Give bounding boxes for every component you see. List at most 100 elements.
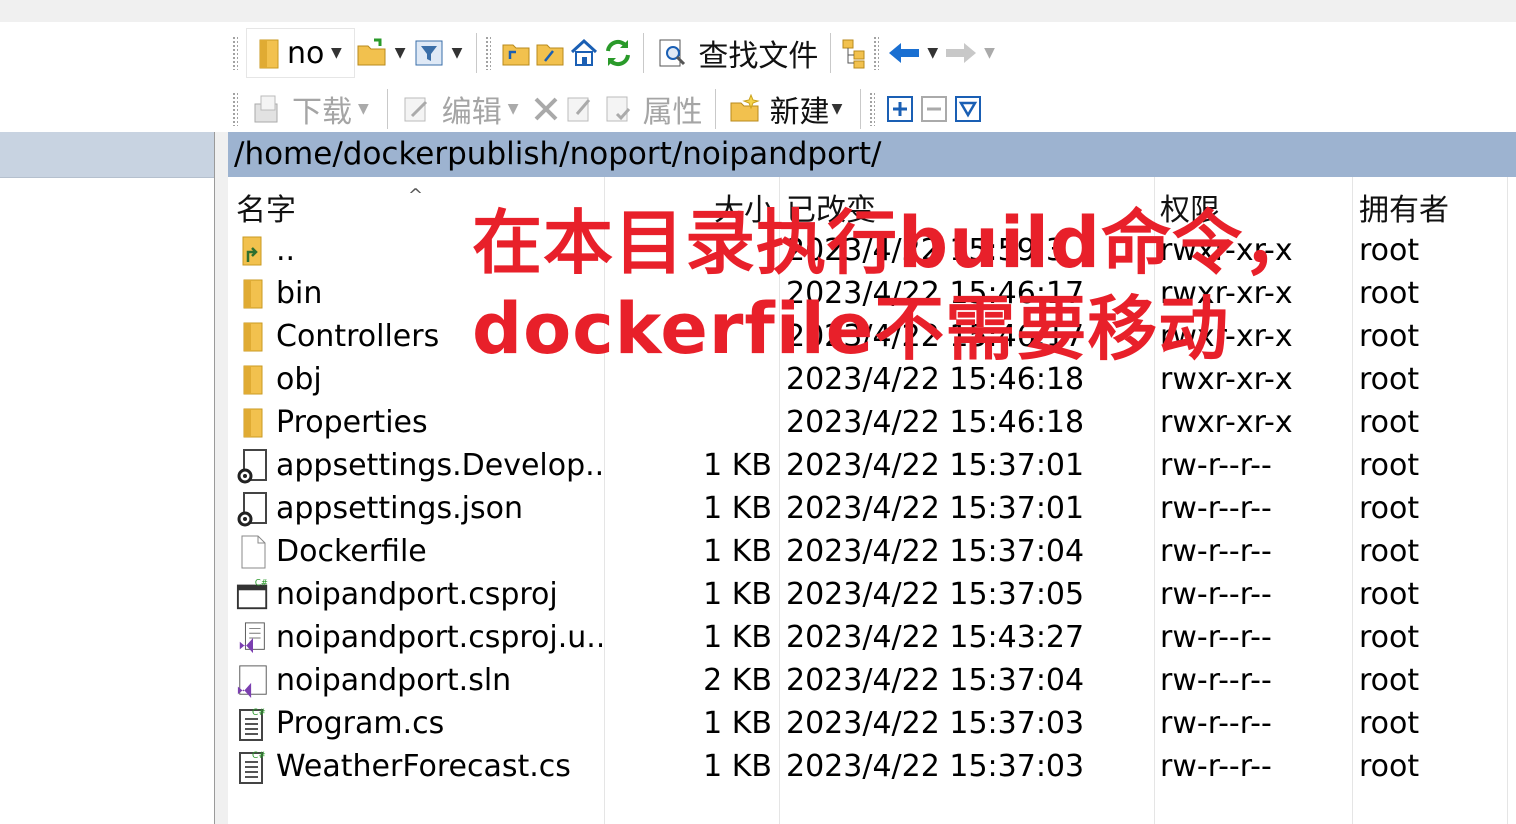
file-row[interactable]: Properties 2023/4/22 15:46:18 rwxr-xr-x roo…: [228, 401, 1516, 444]
file-row[interactable]: noipandport.sln 2 KB 2023/4/22 15:37:04 rw-…: [228, 659, 1516, 702]
forward-arrow-icon[interactable]: [944, 36, 978, 70]
tree-view-icon[interactable]: [839, 36, 873, 70]
file-row[interactable]: C# WeatherForecast.cs 1 KB 2023/4/22 15:37:…: [228, 745, 1516, 788]
local-panel[interactable]: [0, 132, 215, 824]
chevron-down-icon[interactable]: ▼: [508, 101, 519, 117]
file-name: noipandport.csproj: [276, 577, 558, 612]
chevron-down-icon[interactable]: ▼: [358, 101, 369, 117]
column-header-name[interactable]: 名字: [236, 185, 296, 229]
toolbar-grip[interactable]: [485, 36, 492, 70]
file-name: Properties: [276, 405, 428, 440]
file-changed: 2023/4/22 15:46:18: [786, 405, 1085, 440]
toolbar-separator: [643, 33, 645, 73]
file-name: bin: [276, 276, 323, 311]
file-rights: rw-r--r--: [1160, 491, 1272, 526]
file-owner: root: [1359, 620, 1420, 655]
select-minus-icon[interactable]: [917, 92, 951, 126]
find-files-button[interactable]: 查找文件: [652, 31, 822, 75]
chevron-down-icon[interactable]: ▼: [331, 45, 342, 61]
back-arrow-icon[interactable]: [887, 36, 921, 70]
edit-button[interactable]: 编辑 ▼: [396, 87, 529, 131]
chevron-down-icon[interactable]: ▼: [984, 45, 995, 61]
toolbar-grip[interactable]: [869, 92, 876, 126]
file-row[interactable]: noipandport.csproj.u... 1 KB 2023/4/22 15:…: [228, 616, 1516, 659]
new-label: 新建: [769, 95, 830, 130]
chevron-down-icon[interactable]: ▼: [395, 45, 406, 61]
file-name-cell: noipandport.csproj.u...: [236, 616, 602, 659]
file-name: ..: [276, 233, 296, 268]
toolbar-grip[interactable]: [232, 92, 238, 126]
annotation-line-2: dockerfile不需要移动: [472, 288, 1230, 370]
file-name-cell: C# noipandport.csproj: [236, 573, 602, 616]
folder-icon: [236, 362, 270, 398]
file-row[interactable]: Dockerfile 1 KB 2023/4/22 15:37:04 rw-r--r-…: [228, 530, 1516, 573]
file-row[interactable]: appsettings.Develop... 1 KB 2023/4/22 15:3…: [228, 444, 1516, 487]
folder-icon: [236, 405, 270, 441]
json-file-icon: [236, 448, 270, 484]
file-size: 1 KB: [703, 706, 772, 741]
file-owner: root: [1359, 362, 1420, 397]
file-name: noipandport.sln: [276, 663, 512, 698]
svg-text:C#: C#: [252, 751, 266, 761]
toolbar-separator: [860, 89, 862, 129]
csproj-file-icon: C#: [236, 577, 270, 613]
file-changed: 2023/4/22 15:37:01: [786, 491, 1085, 526]
column-header-owner[interactable]: 拥有者: [1359, 185, 1449, 229]
parent-folder-icon: [236, 233, 270, 269]
drive-selector[interactable]: no ▼: [246, 28, 355, 78]
file-owner: root: [1359, 534, 1420, 569]
home-icon[interactable]: [567, 36, 601, 70]
file-size: 1 KB: [703, 448, 772, 483]
file-size: 2 KB: [703, 663, 772, 698]
parent-directory-icon[interactable]: [499, 36, 533, 70]
open-folder-icon[interactable]: [355, 36, 389, 70]
annotation-line-1: 在本目录执行build命令，: [472, 202, 1315, 284]
blank-file-icon: [236, 534, 270, 570]
file-row[interactable]: appsettings.json 1 KB 2023/4/22 15:37:01 rw…: [228, 487, 1516, 530]
toolbar-grip[interactable]: [232, 36, 238, 70]
file-row[interactable]: C# Program.cs 1 KB 2023/4/22 15:37:03 rw-r--…: [228, 702, 1516, 745]
file-name: appsettings.Develop...: [276, 448, 602, 483]
chevron-down-icon[interactable]: ▼: [452, 45, 463, 61]
select-filter-icon[interactable]: [951, 92, 985, 126]
svg-text:C#: C#: [252, 708, 266, 718]
vs-user-file-icon: [236, 620, 270, 656]
local-path-bar[interactable]: [0, 132, 214, 178]
refresh-icon[interactable]: [601, 36, 635, 70]
new-folder-icon: [728, 92, 762, 126]
file-owner: root: [1359, 405, 1420, 440]
file-size: 1 KB: [703, 577, 772, 612]
file-name: noipandport.csproj.u...: [276, 620, 602, 655]
toolbar-separator: [386, 89, 388, 129]
file-rights: rw-r--r--: [1160, 663, 1272, 698]
delete-icon[interactable]: [529, 92, 563, 126]
filter-icon[interactable]: [412, 36, 446, 70]
toolbar-row-1: no ▼ ▼ ▼ 查找文件 ▼ ▼: [232, 26, 1001, 80]
chevron-down-icon[interactable]: ▼: [832, 101, 843, 117]
file-owner: root: [1359, 663, 1420, 698]
remote-path-bar[interactable]: /home/dockerpublish/noport/noipandport/: [228, 132, 1516, 177]
file-size: 1 KB: [703, 534, 772, 569]
rename-icon[interactable]: [563, 92, 597, 126]
file-size: 1 KB: [703, 620, 772, 655]
file-rights: rwxr-xr-x: [1160, 405, 1293, 440]
file-owner: root: [1359, 319, 1420, 354]
select-plus-icon[interactable]: [883, 92, 917, 126]
file-name: WeatherForecast.cs: [276, 749, 571, 784]
download-button[interactable]: 下载 ▼: [246, 87, 379, 131]
file-name-cell: appsettings.json: [236, 487, 602, 530]
file-row[interactable]: C# noipandport.csproj 1 KB 2023/4/22 15:37:…: [228, 573, 1516, 616]
file-changed: 2023/4/22 15:37:05: [786, 577, 1085, 612]
new-button[interactable]: 新建 ▼: [724, 87, 853, 131]
file-owner: root: [1359, 276, 1420, 311]
file-changed: 2023/4/22 15:37:03: [786, 749, 1085, 784]
file-owner: root: [1359, 706, 1420, 741]
toolbar-separator: [830, 33, 832, 73]
toolbar-grip[interactable]: [873, 36, 880, 70]
properties-button[interactable]: 属性: [597, 87, 707, 131]
root-directory-icon[interactable]: [533, 36, 567, 70]
panel-splitter[interactable]: [215, 132, 228, 824]
svg-text:C#: C#: [255, 578, 268, 588]
file-name: Program.cs: [276, 706, 445, 741]
chevron-down-icon[interactable]: ▼: [927, 45, 938, 61]
